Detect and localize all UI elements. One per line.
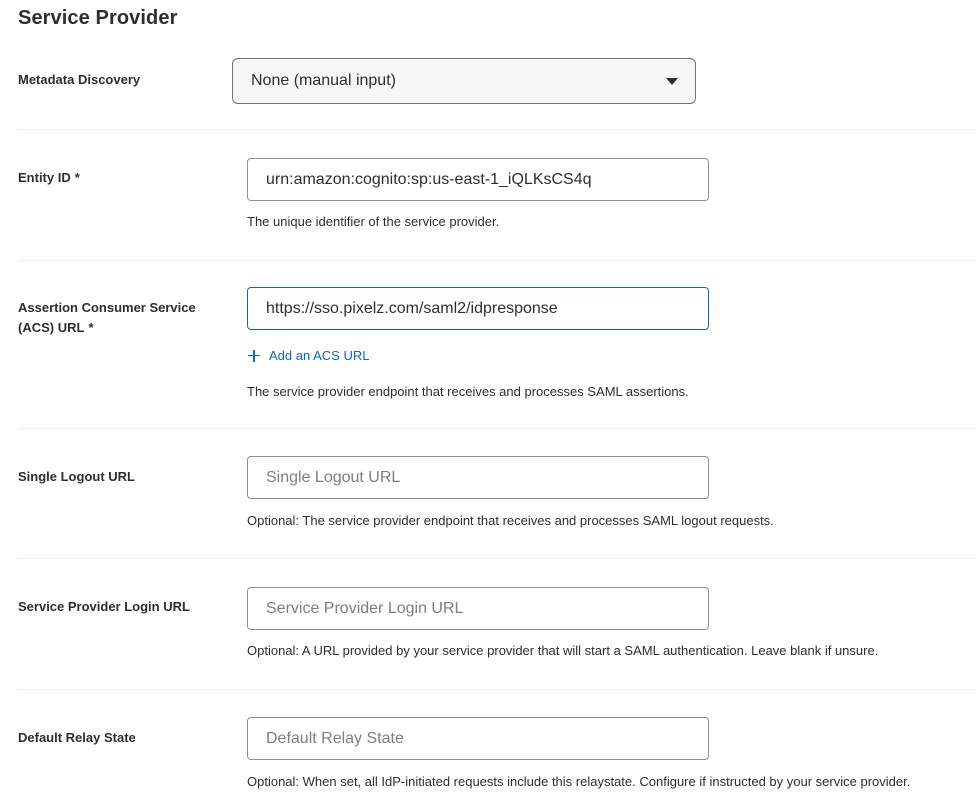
add-acs-url-link[interactable]: Add an ACS URL [248,348,369,363]
entity-id-input[interactable] [247,158,709,201]
metadata-discovery-label: Metadata Discovery [18,72,141,87]
divider [18,558,976,559]
relay-state-label: Default Relay State [18,730,136,745]
section-title: Service Provider [18,7,178,29]
single-logout-input[interactable] [247,456,709,499]
metadata-discovery-select[interactable]: None (manual input) [232,58,696,104]
sp-login-url-label: Service Provider Login URL [18,599,190,614]
metadata-discovery-selected: None (manual input) [251,72,396,89]
acs-url-label: Assertion Consumer Service (ACS) URL * [18,298,228,338]
sp-login-url-input[interactable] [247,587,709,630]
divider [18,260,976,261]
single-logout-label: Single Logout URL [18,469,135,484]
relay-state-help: Optional: When set, all IdP-initiated re… [247,774,911,789]
divider [18,689,976,690]
acs-url-label-line2: (ACS) URL [18,320,85,335]
sp-login-url-help: Optional: A URL provided by your service… [247,643,879,658]
single-logout-help: Optional: The service provider endpoint … [247,513,774,528]
entity-id-help: The unique identifier of the service pro… [247,214,500,229]
caret-down-icon [666,78,678,85]
acs-url-label-line1: Assertion Consumer Service [18,300,196,315]
acs-url-input[interactable] [247,287,709,330]
divider [18,428,976,429]
divider [18,129,976,130]
add-acs-url-label: Add an ACS URL [269,348,370,363]
acs-url-help: The service provider endpoint that recei… [247,384,689,399]
entity-id-label-text: Entity ID [18,170,71,185]
required-mark: * [88,320,94,335]
entity-id-label: Entity ID * [18,168,228,188]
plus-icon [248,349,260,362]
relay-state-input[interactable] [247,717,709,760]
required-mark: * [74,170,80,185]
service-provider-form: Service Provider Metadata Discovery None… [0,0,976,800]
